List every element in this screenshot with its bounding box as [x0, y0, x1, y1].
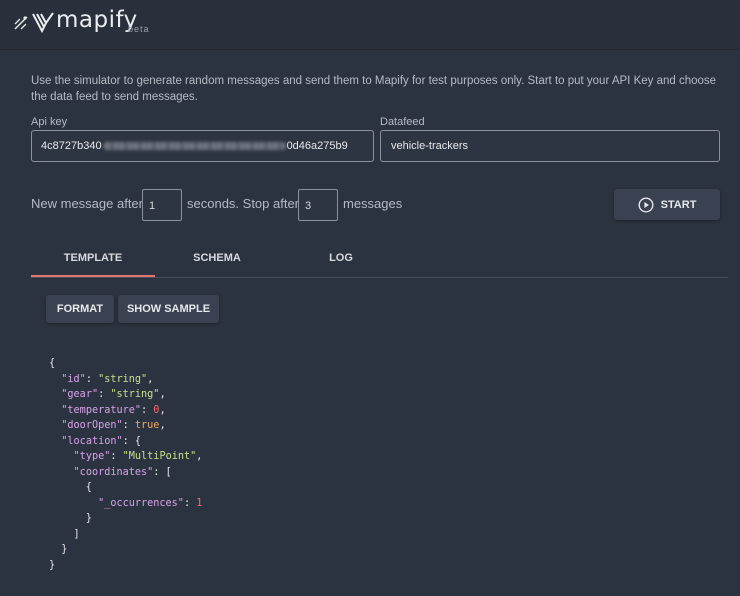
play-circle-icon [638, 196, 654, 213]
app-header: mapify beta [0, 0, 740, 50]
stop-after-input[interactable]: 3 [298, 189, 338, 221]
messages-label: messages [343, 196, 403, 211]
stop-after-value: 3 [305, 200, 312, 212]
tab-schema[interactable]: SCHEMA [155, 252, 279, 264]
mapify-logo-icon[interactable] [31, 10, 55, 34]
tool-icon[interactable] [12, 14, 30, 32]
json-value: 1 [196, 497, 203, 509]
json-key: "type" [73, 451, 111, 462]
datafeed-select[interactable]: vehicle-trackers [380, 130, 720, 162]
seconds-label: seconds. Stop after [187, 196, 300, 211]
intro-text: Use the simulator to generate random mes… [31, 75, 717, 103]
template-editor[interactable]: { "id": "string", "gear": "string", "tem… [49, 356, 202, 573]
json-key: "gear" [61, 389, 99, 400]
json-key: "_occurrences" [98, 497, 184, 509]
api-key-redacted [102, 142, 286, 151]
json-key: "id" [61, 373, 86, 385]
start-button[interactable]: START [614, 189, 720, 220]
json-key: "coordinates" [73, 466, 154, 478]
tab-log[interactable]: LOG [279, 252, 403, 264]
json-value: "string" [98, 373, 148, 385]
api-key-suffix: 0d46a275b9 [286, 140, 348, 152]
json-key: "temperature" [61, 404, 142, 416]
json-value: "string" [110, 389, 160, 400]
format-button[interactable]: FORMAT [46, 295, 114, 323]
api-key-input[interactable]: 4c8727b340 0d46a275b9 [31, 130, 374, 162]
seconds-value: 1 [149, 200, 156, 212]
start-button-label: START [660, 198, 697, 211]
tab-template[interactable]: TEMPLATE [31, 252, 155, 264]
new-message-label: New message after [31, 196, 143, 211]
json-key: "doorOpen" [61, 420, 123, 431]
json-value: "MultiPoint" [122, 451, 197, 462]
tabs-divider [31, 277, 728, 278]
api-key-prefix: 4c8727b340 [41, 140, 102, 152]
seconds-input[interactable]: 1 [142, 189, 182, 221]
json-value: true [134, 420, 160, 431]
beta-badge: beta [128, 24, 150, 34]
brand-name[interactable]: mapify [56, 7, 138, 33]
show-sample-button[interactable]: SHOW SAMPLE [118, 295, 219, 323]
api-key-label: Api key [31, 116, 68, 128]
json-value: 0 [153, 404, 160, 416]
datafeed-value: vehicle-trackers [391, 140, 469, 152]
json-key: "location" [61, 435, 123, 447]
active-tab-indicator [31, 275, 155, 277]
datafeed-label: Datafeed [380, 116, 425, 128]
